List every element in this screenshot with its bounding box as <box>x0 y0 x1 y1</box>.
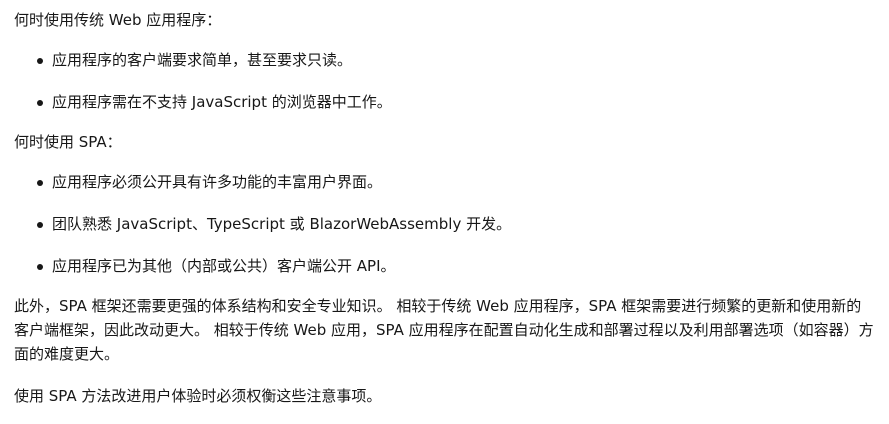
list-item: 应用程序需在不支持 JavaScript 的浏览器中工作。 <box>37 90 877 114</box>
web-apps-list: 应用程序的客户端要求简单，甚至要求只读。 应用程序需在不支持 JavaScrip… <box>14 48 877 114</box>
spa-list: 应用程序必须公开具有许多功能的丰富用户界面。 团队熟悉 JavaScript、T… <box>14 170 877 278</box>
list-item: 应用程序的客户端要求简单，甚至要求只读。 <box>37 48 877 72</box>
conclusion-paragraph: 使用 SPA 方法改进用户体验时必须权衡这些注意事项。 <box>14 387 382 405</box>
list-item: 应用程序已为其他（内部或公共）客户端公开 API。 <box>37 254 877 278</box>
tradeoff-paragraph: 此外，SPA 框架还需要更强的体系结构和安全专业知识。 相较于传统 Web 应用… <box>14 297 874 363</box>
web-apps-heading: 何时使用传统 Web 应用程序： <box>14 11 222 29</box>
spa-heading: 何时使用 SPA： <box>14 133 122 151</box>
list-item: 团队熟悉 JavaScript、TypeScript 或 BlazorWebAs… <box>37 212 877 236</box>
list-item: 应用程序必须公开具有许多功能的丰富用户界面。 <box>37 170 877 194</box>
document-content: 何时使用传统 Web 应用程序： 应用程序的客户端要求简单，甚至要求只读。 应用… <box>0 0 889 408</box>
